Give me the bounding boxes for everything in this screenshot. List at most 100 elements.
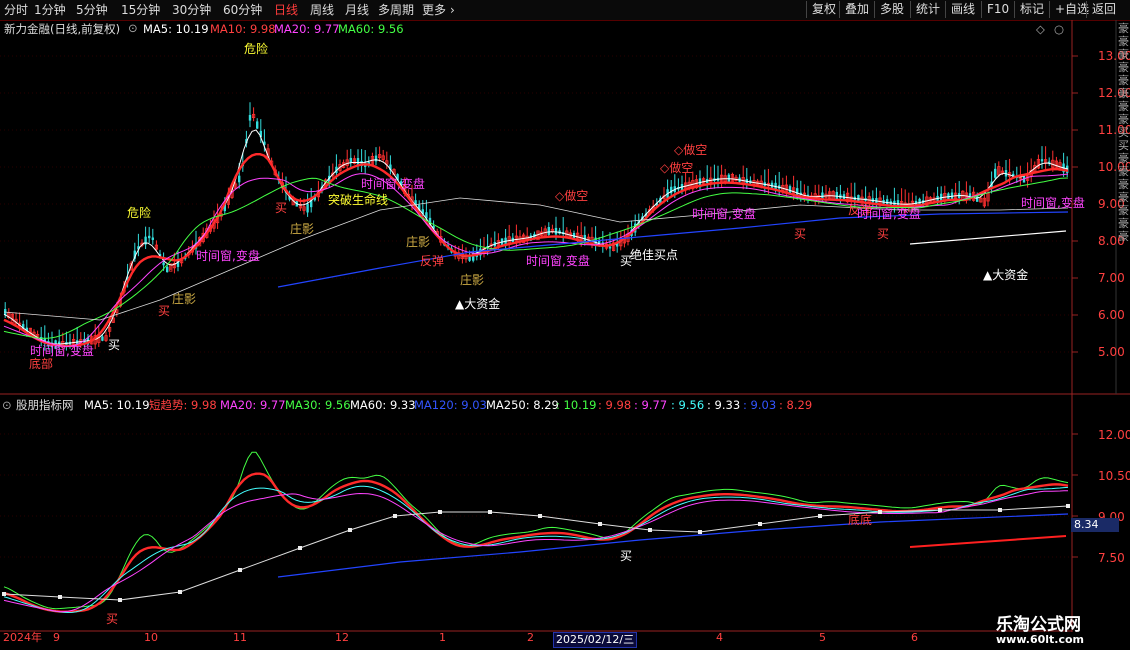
candle-body bbox=[166, 266, 169, 273]
ind-white-marker bbox=[298, 546, 302, 550]
signal-time-window: 时间窗,变盘 bbox=[361, 177, 425, 191]
candle-body bbox=[256, 121, 259, 129]
signal-buy: 买 bbox=[275, 201, 288, 215]
date-label: 2024年 bbox=[3, 631, 42, 644]
ind-white-marker bbox=[998, 508, 1002, 512]
date-label: 11 bbox=[233, 631, 247, 644]
ind-ma30: MA30: 9.56 bbox=[285, 398, 351, 412]
ind-short-trend: 短趋势: 9.98 bbox=[149, 398, 217, 412]
signal-breakthrough: 突破生命线 bbox=[328, 193, 389, 207]
ind-magenta-line bbox=[3, 490, 1069, 613]
ind-white-marker bbox=[438, 510, 442, 514]
ind-white-line bbox=[3, 505, 1069, 601]
date-label: 6 bbox=[911, 631, 918, 644]
ind-white-marker bbox=[118, 598, 122, 602]
ind-white-marker bbox=[58, 595, 62, 599]
signal-buy: 买 bbox=[794, 227, 807, 241]
signal-zhuangying: 庄影 bbox=[460, 273, 485, 287]
signal-big-capital: ▲大资金 bbox=[455, 297, 501, 311]
ind-ma60: MA60: 9.33 bbox=[350, 398, 416, 412]
ind-white-marker bbox=[878, 510, 882, 514]
signal-bottom: 底部 bbox=[29, 357, 54, 371]
settings-circle-icon[interactable]: ⊙ bbox=[128, 21, 138, 35]
ma10-label: MA10: 9.98 bbox=[210, 22, 276, 36]
indicator-title: 股朋指标网 bbox=[16, 398, 74, 412]
ma5-label: MA5: 10.19 bbox=[143, 22, 209, 36]
settings-circle-icon[interactable]: ⊙ bbox=[2, 398, 12, 412]
ind-ma250: MA250: 8.29 bbox=[486, 398, 559, 412]
ind-signal-buy: 买 bbox=[620, 549, 633, 563]
ind-ma5: MA5: 10.19 bbox=[84, 398, 150, 412]
candle-body bbox=[374, 155, 378, 162]
ind-tick: 7.50 bbox=[1098, 551, 1125, 565]
trend-line bbox=[909, 230, 1067, 245]
signal-short: ◇做空 bbox=[660, 161, 694, 175]
ind-value: : 8.29 bbox=[779, 398, 813, 412]
signal-best-buy: 绝佳买点 bbox=[630, 248, 679, 262]
stock-title: 新力金融(日线,前复权) bbox=[4, 22, 121, 36]
signal-time-window: 时间窗,变盘 bbox=[196, 249, 260, 263]
ind-green-line bbox=[3, 451, 1069, 610]
kline-chart[interactable] bbox=[0, 0, 1130, 650]
date-label: 1 bbox=[439, 631, 446, 644]
signal-zhuangying: 庄影 bbox=[172, 292, 197, 306]
date-label: 5 bbox=[819, 631, 826, 644]
ma20-label: MA20: 9.77 bbox=[274, 22, 340, 36]
ind-cyan-line bbox=[3, 485, 1069, 614]
ind-white-marker bbox=[698, 530, 702, 534]
signal-short: ◇做空 bbox=[555, 189, 589, 203]
side-signal-strip: 豪豪豪豪豪豪豪豪买买豪豪豪豪豪豪豪 bbox=[1118, 22, 1129, 243]
signal-danger: 危险 bbox=[127, 206, 152, 220]
ind-trend-line bbox=[909, 535, 1067, 548]
candle-body bbox=[148, 235, 151, 239]
candle-body bbox=[162, 262, 165, 266]
signal-time-window: 时间窗,变盘 bbox=[30, 344, 94, 358]
signal-buy: 买 bbox=[158, 304, 171, 318]
indicator-lines bbox=[2, 451, 1070, 614]
candle-body bbox=[608, 246, 612, 249]
candle-body bbox=[547, 227, 550, 235]
signal-short: ◇做空 bbox=[674, 143, 708, 157]
signal-buy: 买 bbox=[877, 227, 890, 241]
ind-signal-buy: 买 bbox=[106, 612, 119, 626]
candle-body bbox=[349, 157, 352, 163]
signal-rebound: 反弹 bbox=[420, 254, 445, 268]
ind-white-marker bbox=[818, 514, 822, 518]
signal-danger: 危险 bbox=[244, 42, 269, 56]
ind-value: : 9.98 bbox=[598, 398, 632, 412]
date-label: 10 bbox=[144, 631, 158, 644]
signal-big-capital: ▲大资金 bbox=[983, 268, 1029, 282]
signal-buy: 买 bbox=[108, 338, 121, 352]
date-label: 9 bbox=[53, 631, 60, 644]
candle-body bbox=[306, 203, 309, 213]
ind-white-marker bbox=[2, 592, 6, 596]
ind-blue-line bbox=[277, 513, 1069, 578]
ind-white-marker bbox=[538, 514, 542, 518]
ind-value: : 9.56 bbox=[671, 398, 705, 412]
candle-body bbox=[1040, 159, 1044, 162]
signal-zhuangying: 庄影 bbox=[290, 222, 315, 236]
ind-white-marker bbox=[238, 568, 242, 572]
candle-body bbox=[994, 168, 997, 178]
date-label: 2 bbox=[527, 631, 534, 644]
candle-body bbox=[554, 227, 558, 235]
current-value-badge: 8.34 bbox=[1071, 518, 1119, 532]
ind-white-marker bbox=[178, 590, 182, 594]
candle-body bbox=[238, 175, 241, 183]
ind-ma120: MA120: 9.03 bbox=[414, 398, 487, 412]
signal-zhuangying: 庄影 bbox=[406, 235, 431, 249]
circle-icon[interactable]: ○ bbox=[1054, 22, 1064, 36]
ind-white-marker bbox=[648, 528, 652, 532]
candle-body bbox=[151, 237, 154, 240]
ind-white-marker bbox=[758, 522, 762, 526]
signal-time-window: 时间窗,变盘 bbox=[857, 207, 921, 221]
cursor-date: 2025/02/12/三 bbox=[553, 632, 638, 648]
signal-time-window: 时间窗,变盘 bbox=[526, 254, 590, 268]
ma60-label: MA60: 9.56 bbox=[338, 22, 404, 36]
ind-white-marker bbox=[938, 508, 942, 512]
ind-white-marker bbox=[1066, 504, 1070, 508]
watermark-url: www.60lt.com bbox=[996, 633, 1085, 646]
ind-white-marker bbox=[598, 522, 602, 526]
watermark-title: 乐淘公式网 bbox=[996, 615, 1081, 635]
diamond-icon[interactable]: ◇ bbox=[1036, 22, 1045, 36]
